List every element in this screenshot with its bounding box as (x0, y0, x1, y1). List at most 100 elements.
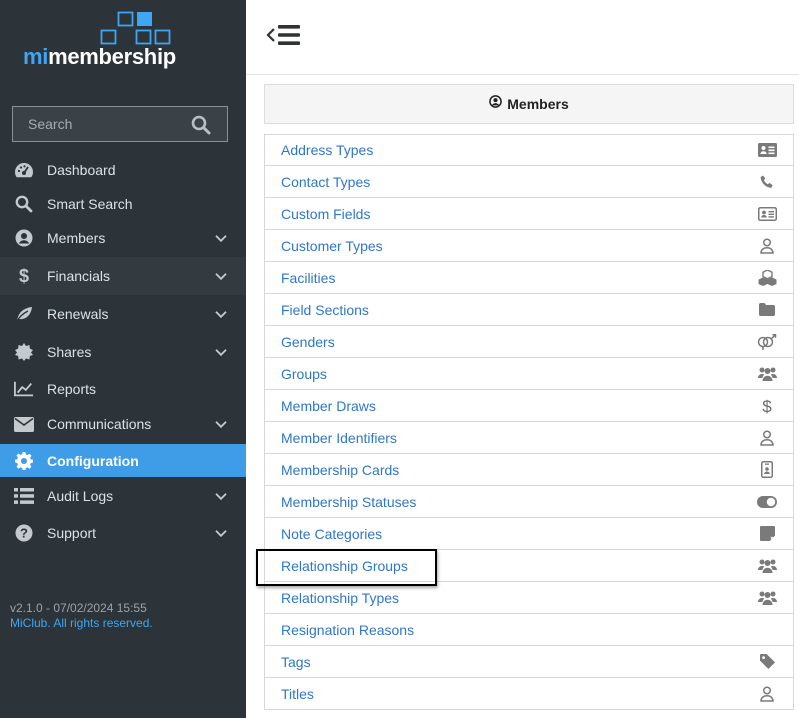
chevron-down-icon (215, 492, 227, 500)
users-icon (757, 365, 777, 383)
address-card-icon (757, 141, 777, 159)
chevron-down-icon (215, 349, 227, 357)
gauge-icon (14, 160, 34, 180)
sidebar-item-label: Renewals (47, 306, 109, 322)
list-item-address-types: Address Types (264, 134, 794, 166)
tags-link[interactable]: Tags (281, 654, 311, 670)
sidebar-item-audit-logs[interactable]: Audit Logs (0, 477, 246, 514)
search-icon[interactable] (191, 115, 211, 135)
address-types-link[interactable]: Address Types (281, 142, 373, 158)
list-item-relationship-types: Relationship Types (264, 582, 794, 614)
copyright-link[interactable]: MiClub. All rights reserved. (10, 616, 153, 630)
id-badge-icon (757, 461, 777, 479)
membership-cards-link[interactable]: Membership Cards (281, 462, 399, 478)
chevron-down-icon (215, 311, 227, 319)
resignation-reasons-link[interactable]: Resignation Reasons (281, 622, 414, 638)
sidebar-item-dashboard[interactable]: Dashboard (0, 152, 246, 188)
top-bar (246, 0, 799, 75)
relationship-types-link[interactable]: Relationship Types (281, 590, 399, 606)
collapse-menu-icon[interactable] (266, 23, 302, 47)
users-icon (757, 557, 777, 575)
envelope-icon (14, 414, 34, 434)
svg-text:$: $ (19, 266, 29, 286)
line-chart-icon (14, 379, 34, 399)
list-item-tags: Tags (264, 646, 794, 678)
facilities-link[interactable]: Facilities (281, 270, 335, 286)
genderless-icon (757, 333, 777, 351)
genders-link[interactable]: Genders (281, 334, 335, 350)
chevron-down-icon (215, 273, 227, 281)
brand-logo[interactable]: mimembership (0, 0, 246, 90)
list-item-relationship-groups: Relationship Groups (264, 550, 794, 582)
sidebar-item-label: Financials (47, 268, 111, 284)
sidebar-item-label: Support (47, 525, 97, 541)
member-identifiers-link[interactable]: Member Identifiers (281, 430, 397, 446)
user-circle-icon (14, 228, 34, 248)
logo-squares-icon (100, 11, 171, 45)
sidebar: mimembership Dashboard Smart Search (0, 0, 246, 718)
user-outline-icon (757, 429, 777, 447)
sidebar-item-label: Communications (47, 416, 152, 432)
sidebar-item-shares[interactable]: Shares (0, 333, 246, 371)
folder-icon (757, 301, 777, 319)
membership-statuses-link[interactable]: Membership Statuses (281, 494, 416, 510)
chevron-down-icon (215, 421, 227, 429)
list-item-titles: Titles (264, 678, 794, 710)
panel-title: Members (507, 96, 569, 112)
contact-types-link[interactable]: Contact Types (281, 174, 370, 190)
user-outline-icon (757, 237, 777, 255)
sidebar-item-label: Configuration (47, 452, 139, 469)
list-icon (14, 486, 34, 506)
svg-text:?: ? (20, 526, 28, 541)
sidebar-item-financials[interactable]: $ Financials (0, 257, 246, 295)
sidebar-item-smart-search[interactable]: Smart Search (0, 186, 246, 222)
sidebar-item-label: Members (47, 230, 106, 246)
list-item-customer-types: Customer Types (264, 230, 794, 262)
note-categories-link[interactable]: Note Categories (281, 526, 382, 542)
brand-suffix: membership (48, 44, 176, 69)
field-sections-link[interactable]: Field Sections (281, 302, 369, 318)
list-item-member-draws: Member Draws $ (264, 390, 794, 422)
list-item-note-categories: Note Categories (264, 518, 794, 550)
sidebar-search (12, 106, 228, 142)
list-item-member-identifiers: Member Identifiers (264, 422, 794, 454)
member-draws-link[interactable]: Member Draws (281, 398, 376, 414)
custom-fields-link[interactable]: Custom Fields (281, 206, 370, 222)
tag-icon (757, 653, 777, 671)
list-item-field-sections: Field Sections (264, 294, 794, 326)
customer-types-link[interactable]: Customer Types (281, 238, 383, 254)
search-input[interactable] (13, 107, 183, 141)
sidebar-item-label: Audit Logs (47, 487, 114, 504)
list-item-custom-fields: Custom Fields (264, 198, 794, 230)
sidebar-item-label: Shares (47, 344, 92, 360)
titles-link[interactable]: Titles (281, 686, 314, 702)
groups-link[interactable]: Groups (281, 366, 327, 382)
chevron-down-icon (215, 235, 227, 243)
gear-icon (14, 451, 34, 471)
chevron-down-icon (215, 530, 227, 538)
question-circle-icon: ? (14, 523, 34, 543)
sidebar-item-label: Dashboard (47, 162, 116, 178)
cubes-icon (757, 269, 777, 287)
members-config-panel: Members Address Types Contact Types Cust… (264, 84, 794, 718)
panel-header: Members (264, 84, 794, 124)
list-item-membership-statuses: Membership Statuses (264, 486, 794, 518)
list-item-contact-types: Contact Types (264, 166, 794, 198)
sidebar-item-reports[interactable]: Reports (0, 371, 246, 407)
sidebar-item-members[interactable]: Members (0, 220, 246, 256)
sidebar-item-communications[interactable]: Communications (0, 405, 246, 443)
list-item-facilities: Facilities (264, 262, 794, 294)
sidebar-item-label: Reports (47, 381, 97, 397)
dollar-icon: $ (14, 266, 34, 286)
sidebar-item-support[interactable]: ? Support (0, 514, 246, 552)
sidebar-item-configuration[interactable]: Configuration (0, 444, 246, 477)
list-item-genders: Genders (264, 326, 794, 358)
sidebar-item-renewals[interactable]: Renewals (0, 295, 246, 333)
relationship-groups-link[interactable]: Relationship Groups (281, 558, 408, 574)
users-icon (757, 589, 777, 607)
list-item-resignation-reasons: Resignation Reasons (264, 614, 794, 646)
sticky-note-icon (757, 525, 777, 543)
search-icon (14, 194, 34, 214)
sidebar-item-label: Smart Search (47, 196, 133, 212)
list-item-groups: Groups (264, 358, 794, 390)
